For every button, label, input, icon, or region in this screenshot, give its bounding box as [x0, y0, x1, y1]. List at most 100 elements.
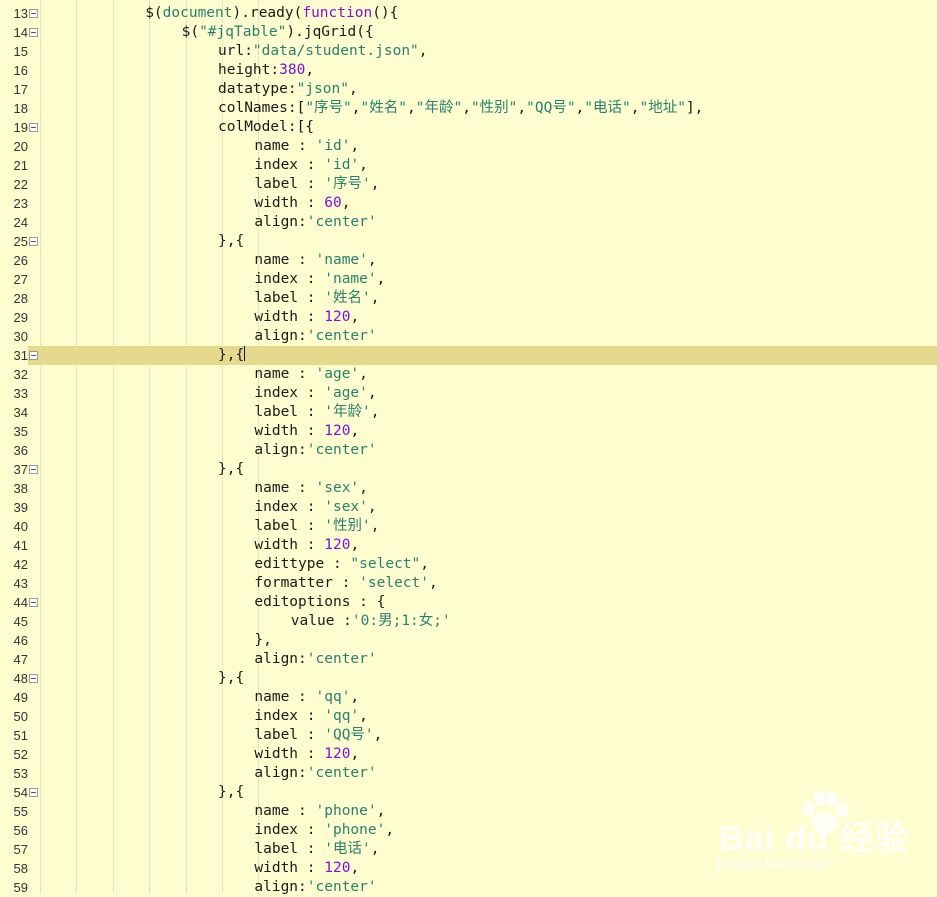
fold-toggle-icon[interactable]: [29, 123, 38, 132]
code-line[interactable]: 40 label : '性别',: [0, 517, 937, 536]
code-line[interactable]: 53 align:'center': [0, 764, 937, 783]
fold-toggle-icon[interactable]: [29, 28, 38, 37]
text-cursor: [244, 346, 246, 361]
code-text: label : '性别',: [254, 518, 380, 534]
line-number: 17: [13, 82, 28, 97]
code-line[interactable]: 14 $("#jqTable").jqGrid({: [0, 23, 937, 42]
code-line[interactable]: 26 name : 'name',: [0, 251, 937, 270]
line-number: 23: [13, 196, 28, 211]
line-number: 27: [13, 272, 28, 287]
line-number: 57: [13, 842, 28, 857]
code-line[interactable]: 42 edittype : "select",: [0, 555, 937, 574]
code-line[interactable]: 28 label : '姓名',: [0, 289, 937, 308]
code-line[interactable]: 46},: [0, 631, 937, 650]
code-line[interactable]: 23 width : 60,: [0, 194, 937, 213]
line-number: 51: [13, 728, 28, 743]
fold-toggle-icon[interactable]: [29, 237, 38, 246]
line-number: 44: [13, 595, 28, 610]
code-text: name : 'age',: [254, 366, 368, 382]
line-number: 59: [13, 880, 28, 895]
code-line[interactable]: 50 index : 'qq',: [0, 707, 937, 726]
code-line[interactable]: 35 width : 120,: [0, 422, 937, 441]
baidu-jingyan-watermark: Bai du 经验 jingyan.baidu.com: [717, 791, 917, 875]
code-line[interactable]: 20 name : 'id',: [0, 137, 937, 156]
fold-toggle-icon[interactable]: [29, 9, 38, 18]
code-line[interactable]: 48},{: [0, 669, 937, 688]
line-number: 53: [13, 766, 28, 781]
code-line[interactable]: 51 label : 'QQ号',: [0, 726, 937, 745]
code-line[interactable]: 47 align:'center': [0, 650, 937, 669]
code-editor[interactable]: 13 $(document).ready(function(){14 $("#jqT…: [0, 0, 937, 895]
code-text: },{: [218, 461, 245, 477]
code-line[interactable]: 37},{: [0, 460, 937, 479]
code-text: colNames:["序号","姓名","年龄","性别","QQ号","电话"…: [218, 100, 704, 116]
code-line[interactable]: 13 $(document).ready(function(){: [0, 4, 937, 23]
code-line[interactable]: 29 width : 120,: [0, 308, 937, 327]
code-text: name : 'name',: [254, 252, 377, 268]
line-number: 50: [13, 709, 28, 724]
code-line[interactable]: 44 editoptions : {: [0, 593, 937, 612]
code-text: index : 'id',: [254, 157, 368, 173]
code-text: width : 120,: [254, 309, 360, 325]
code-text: height:380,: [218, 62, 315, 78]
code-line[interactable]: 19 colModel:[{: [0, 118, 937, 137]
code-text: editoptions : {: [254, 594, 386, 610]
line-number: 26: [13, 253, 28, 268]
code-text: width : 60,: [254, 195, 351, 211]
line-number: 32: [13, 367, 28, 382]
code-line[interactable]: 49 name : 'qq',: [0, 688, 937, 707]
fold-toggle-icon[interactable]: [29, 598, 38, 607]
code-text: },{: [218, 233, 245, 249]
code-line[interactable]: 34 label : '年龄',: [0, 403, 937, 422]
line-number: 22: [13, 177, 28, 192]
code-line[interactable]: 36 align:'center': [0, 441, 937, 460]
code-text: label : '序号',: [254, 176, 380, 192]
code-line[interactable]: 45 value :'0:男;1:女;': [0, 612, 937, 631]
code-text: index : 'age',: [254, 385, 377, 401]
line-number: 40: [13, 519, 28, 534]
code-line[interactable]: 31},{: [0, 346, 937, 365]
code-line[interactable]: 52 width : 120,: [0, 745, 937, 764]
fold-toggle-icon[interactable]: [29, 465, 38, 474]
line-number: 19: [13, 120, 28, 135]
code-line[interactable]: 30 align:'center': [0, 327, 937, 346]
code-line[interactable]: 43 formatter : 'select',: [0, 574, 937, 593]
line-number: 41: [13, 538, 28, 553]
code-text: name : 'qq',: [254, 689, 360, 705]
code-line[interactable]: 39 index : 'sex',: [0, 498, 937, 517]
line-number: 31: [0, 346, 28, 365]
line-number: 13: [13, 6, 28, 21]
line-number: 42: [13, 557, 28, 572]
code-line[interactable]: 21 index : 'id',: [0, 156, 937, 175]
code-text: index : 'name',: [254, 271, 386, 287]
code-line[interactable]: 22 label : '序号',: [0, 175, 937, 194]
code-line[interactable]: 16 height:380,: [0, 61, 937, 80]
code-line[interactable]: 15 url:"data/student.json",: [0, 42, 937, 61]
code-text: colModel:[{: [218, 119, 315, 135]
line-number: 36: [13, 443, 28, 458]
code-line[interactable]: 27 index : 'name',: [0, 270, 937, 289]
code-line[interactable]: 32 name : 'age',: [0, 365, 937, 384]
fold-toggle-icon[interactable]: [29, 674, 38, 683]
code-line[interactable]: 17 datatype:"json",: [0, 80, 937, 99]
code-line[interactable]: 24 align:'center': [0, 213, 937, 232]
code-text: label : '年龄',: [254, 404, 380, 420]
code-line[interactable]: 33 index : 'age',: [0, 384, 937, 403]
code-text: label : 'QQ号',: [254, 727, 383, 743]
line-number: 18: [13, 101, 28, 116]
code-line[interactable]: 38 name : 'sex',: [0, 479, 937, 498]
code-text: width : 120,: [254, 423, 360, 439]
code-line[interactable]: 41 width : 120,: [0, 536, 937, 555]
code-line[interactable]: 25},{: [0, 232, 937, 251]
line-number: 43: [13, 576, 28, 591]
line-number: 54: [13, 785, 28, 800]
line-number: 48: [13, 671, 28, 686]
code-text: value :'0:男;1:女;': [290, 613, 451, 629]
code-text: name : 'id',: [254, 138, 360, 154]
fold-toggle-icon[interactable]: [29, 788, 38, 797]
code-line[interactable]: 59 align:'center': [0, 878, 937, 897]
code-text: align:'center': [254, 879, 377, 895]
code-text: align:'center': [254, 214, 377, 230]
code-line[interactable]: 18 colNames:["序号","姓名","年龄","性别","QQ号","电…: [0, 99, 937, 118]
fold-toggle-icon[interactable]: [29, 351, 38, 360]
